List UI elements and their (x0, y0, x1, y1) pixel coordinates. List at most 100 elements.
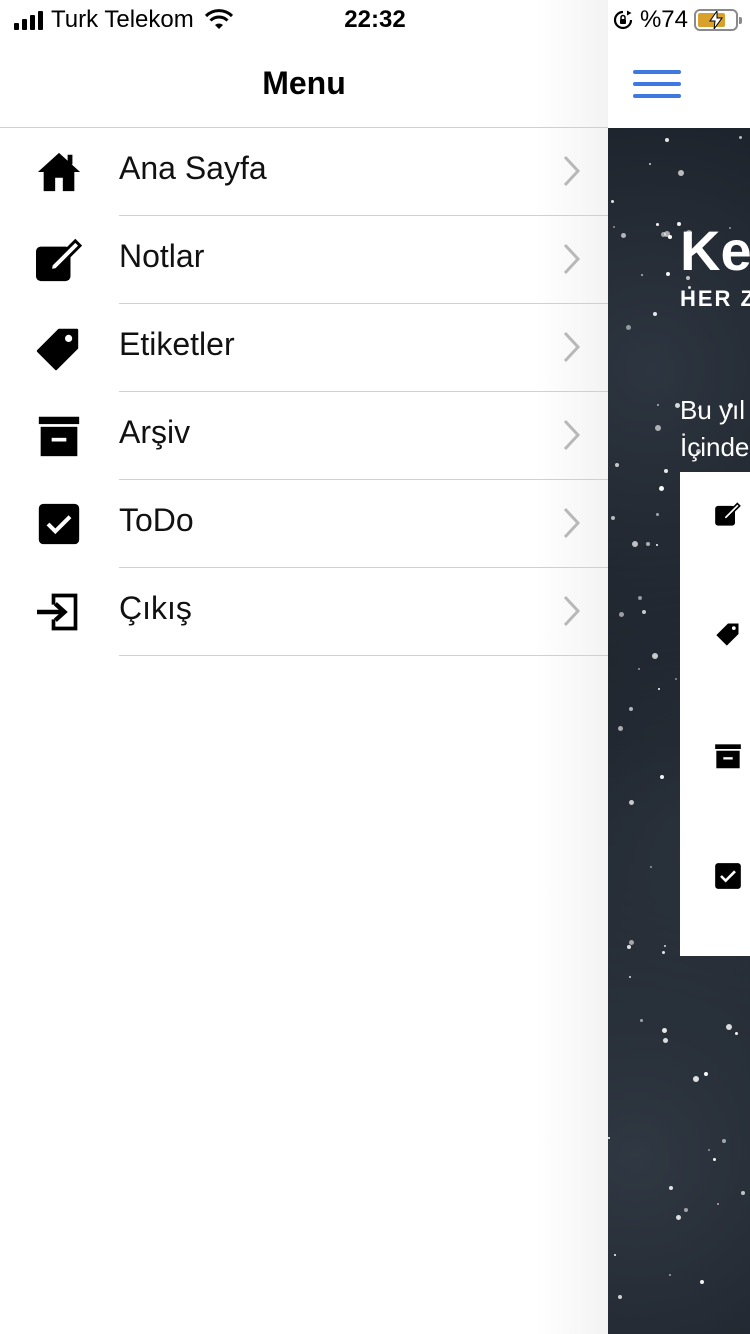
menu-item-label: Etiketler (119, 326, 235, 362)
snowflake (646, 542, 650, 546)
checkbox-icon (34, 500, 84, 548)
snowflake (632, 541, 638, 547)
snowflake (655, 425, 661, 431)
rotation-lock-icon (613, 10, 633, 30)
snowflake (641, 274, 643, 276)
snowflake (662, 1028, 667, 1033)
checkbox-icon[interactable] (714, 862, 742, 890)
background-screen: Ke HER Z Bu yıl İçinde (608, 0, 750, 1334)
battery-charging-icon (694, 9, 742, 31)
divider (119, 655, 608, 656)
snowflake (638, 668, 640, 670)
snowflake (664, 469, 668, 473)
snowflake (656, 223, 659, 226)
snowflake (666, 272, 670, 276)
snowflake (741, 1191, 745, 1195)
snowflake (614, 1254, 616, 1256)
background-card (680, 472, 750, 956)
drawer-header: Menu (0, 42, 608, 128)
snowflake (629, 800, 634, 805)
snowflake (629, 976, 631, 978)
snowflake (664, 945, 666, 947)
edit-note-icon[interactable] (714, 500, 742, 528)
drawer-title: Menu (262, 65, 346, 101)
archive-icon[interactable] (714, 742, 742, 770)
side-drawer: Menu Ana Sayfa Notlar Etiketler Arşiv To… (0, 0, 608, 1334)
snowflake (618, 726, 623, 731)
snowflake (657, 404, 659, 406)
menu-item-tags[interactable]: Etiketler (0, 304, 608, 392)
logout-icon (34, 588, 84, 636)
menu-item-label: Arşiv (119, 414, 191, 450)
snowflake (640, 1019, 643, 1022)
snowflake (660, 775, 664, 779)
chevron-right-icon (563, 243, 581, 275)
status-bar: Turk Telekom 22:32 %74 (0, 0, 750, 42)
snowflake (615, 463, 619, 467)
snowflake (629, 707, 633, 711)
snowflake (722, 1139, 726, 1143)
edit-note-icon (34, 236, 84, 284)
snowflake (662, 951, 665, 954)
home-icon (34, 148, 84, 196)
background-heading: Ke (680, 219, 750, 282)
tag-icon[interactable] (714, 620, 742, 648)
snowflake (717, 1203, 719, 1205)
snowflake (611, 200, 614, 203)
snowflake (726, 1024, 732, 1030)
tag-icon (34, 324, 84, 372)
snowflake (708, 1149, 710, 1151)
menu-item-label: ToDo (119, 502, 194, 538)
snowflake (693, 1076, 699, 1082)
battery-percent: %74 (639, 6, 688, 33)
snowflake (704, 1072, 708, 1076)
snowflake (627, 945, 631, 949)
menu-item-logout[interactable]: Çıkış (0, 568, 608, 656)
snowflake (608, 1137, 610, 1139)
snowflake (676, 1215, 681, 1220)
menu-item-label: Notlar (119, 238, 205, 274)
snowflake (713, 1158, 716, 1161)
snowflake (653, 312, 657, 316)
snowflake (626, 325, 631, 330)
snowflake (652, 653, 658, 659)
hamburger-menu-icon[interactable] (633, 70, 681, 100)
snowflake (659, 486, 664, 491)
menu-item-archive[interactable]: Arşiv (0, 392, 608, 480)
chevron-right-icon (563, 331, 581, 363)
snowflake (611, 516, 615, 520)
snowflake (658, 688, 660, 690)
snowflake (638, 596, 642, 600)
background-text-line-1: Bu yıl (680, 395, 746, 425)
background-text-line-2: İçinde (680, 432, 750, 462)
snowflake (656, 513, 659, 516)
snowflake (661, 232, 666, 237)
snowflake (669, 1186, 673, 1190)
snowflake (649, 163, 651, 165)
menu-item-label: Ana Sayfa (119, 150, 267, 186)
snowflake (684, 1208, 688, 1212)
menu-item-todo[interactable]: ToDo (0, 480, 608, 568)
snowflake (663, 1038, 668, 1043)
snowflake (613, 226, 615, 228)
snowflake (621, 233, 626, 238)
snowflake (642, 610, 646, 614)
menu-item-home[interactable]: Ana Sayfa (0, 128, 608, 216)
snowflake (618, 1295, 622, 1299)
snowflake (650, 866, 652, 868)
chevron-right-icon (563, 419, 581, 451)
archive-icon (34, 412, 84, 460)
chevron-right-icon (563, 595, 581, 627)
snowflake (656, 544, 658, 546)
snowflake (735, 1032, 738, 1035)
snowflake (678, 170, 684, 176)
snowflake (669, 1274, 671, 1276)
chevron-right-icon (563, 507, 581, 539)
menu-item-notes[interactable]: Notlar (0, 216, 608, 304)
background-subheading: HER Z (680, 286, 750, 311)
snowflake (675, 678, 677, 680)
snowflake (619, 612, 624, 617)
snowflake (700, 1280, 704, 1284)
snowflake (739, 136, 742, 139)
drawer-menu-list: Ana Sayfa Notlar Etiketler Arşiv ToDo Çı… (0, 128, 608, 656)
